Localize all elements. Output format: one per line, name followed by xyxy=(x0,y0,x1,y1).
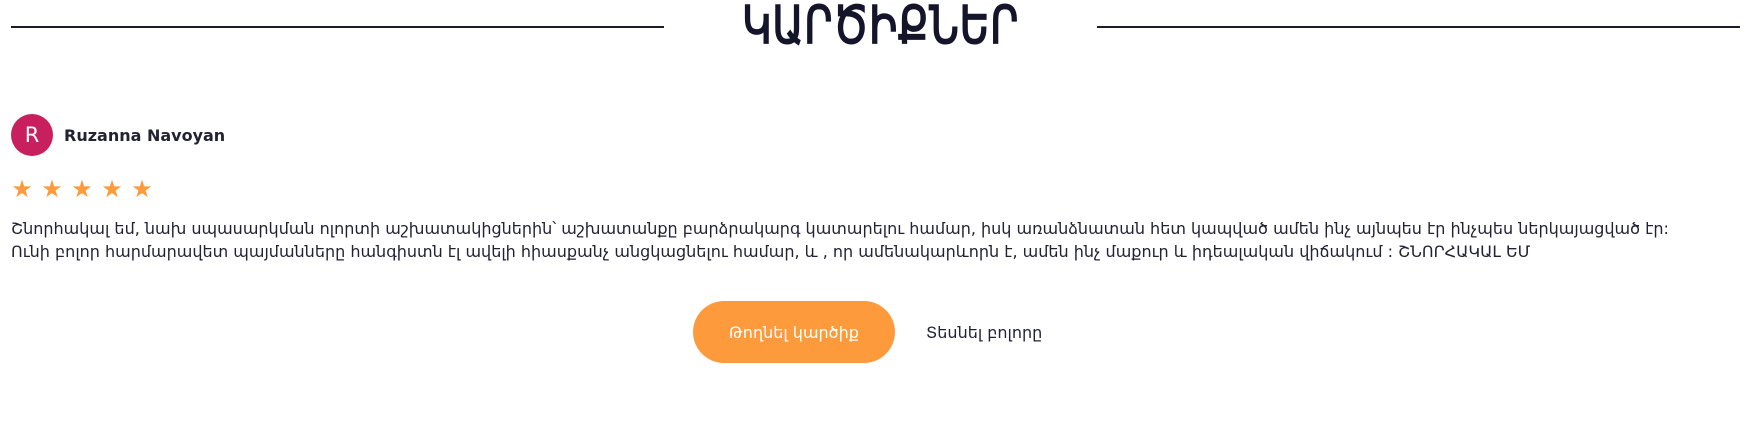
star-icon: ★ xyxy=(71,175,93,203)
avatar: R xyxy=(11,114,53,156)
review-text-line: Շնորհակալ եմ, նախ սպասարկման ոլորտի աշխա… xyxy=(11,219,1669,238)
review-text-line: Ունի բոլոր հարմարավետ պայմանները հանգիստ… xyxy=(11,242,1531,261)
section-header: ԿԱՐԾԻՔՆԵՐ xyxy=(11,0,1740,55)
star-icon: ★ xyxy=(11,175,33,203)
star-icon: ★ xyxy=(41,175,63,203)
star-rating: ★ ★ ★ ★ ★ xyxy=(11,175,1746,203)
star-icon: ★ xyxy=(131,175,153,203)
leave-review-button[interactable]: Թողնել կարծիք xyxy=(693,301,895,363)
star-icon: ★ xyxy=(101,175,123,203)
review-text: Շնորհակալ եմ, նախ սպասարկման ոլորտի աշխա… xyxy=(11,217,1746,263)
reviewer: R Ruzanna Navoyan xyxy=(11,114,1746,156)
review-actions: Թողնել կարծիք Տեսնել բոլորը xyxy=(693,301,1042,363)
view-all-link[interactable]: Տեսնել բոլորը xyxy=(926,323,1042,342)
reviews-page: ԿԱՐԾԻՔՆԵՐ R Ruzanna Navoyan ★ ★ ★ ★ ★ Շն… xyxy=(0,0,1757,448)
section-title: ԿԱՐԾԻՔՆԵՐ xyxy=(741,0,1020,55)
header-divider-left xyxy=(11,26,664,28)
reviewer-name: Ruzanna Navoyan xyxy=(64,125,226,145)
review-card: R Ruzanna Navoyan ★ ★ ★ ★ ★ Շնորհակալ եմ… xyxy=(11,114,1746,263)
header-divider-right xyxy=(1097,26,1740,28)
